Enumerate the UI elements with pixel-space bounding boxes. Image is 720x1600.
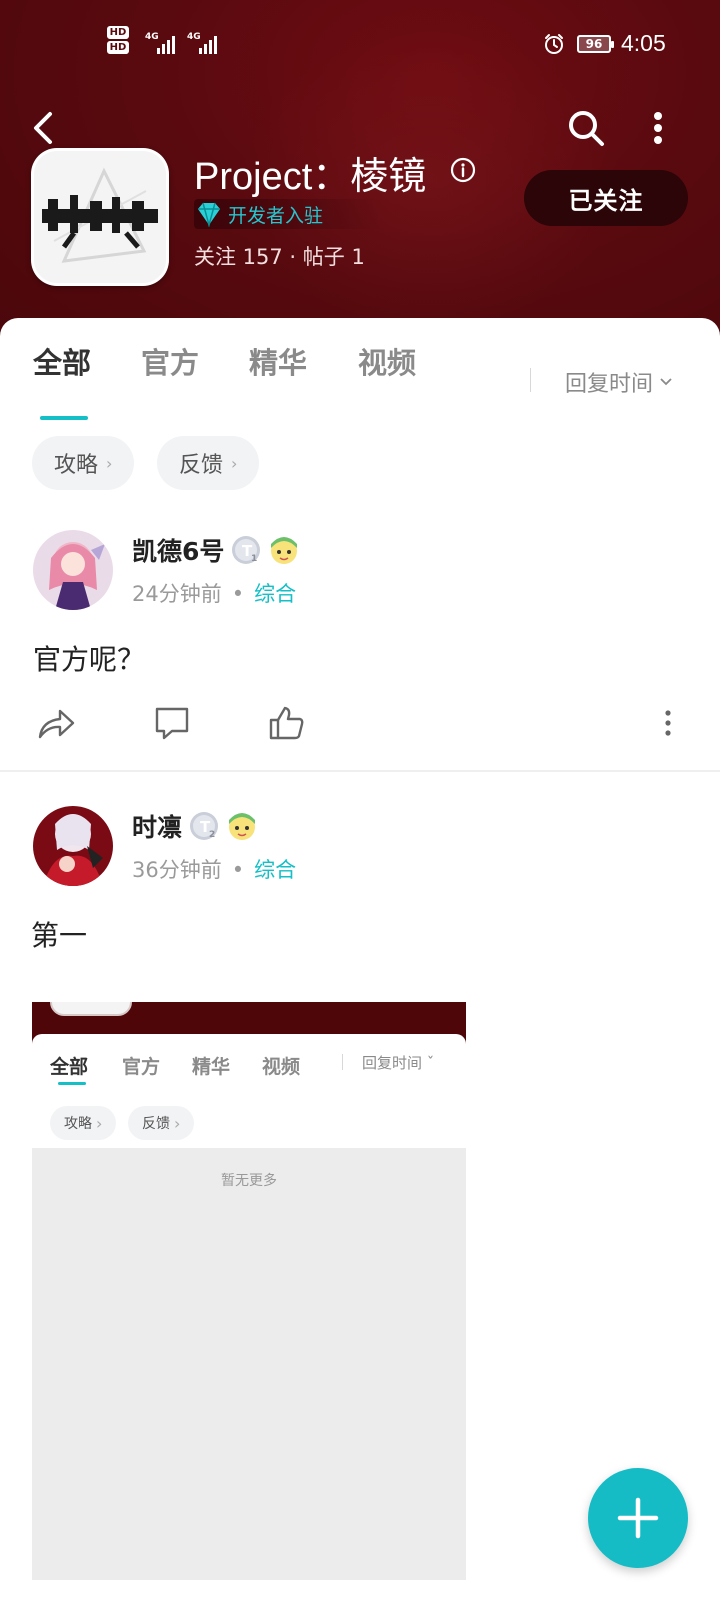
image-tab-all: 全部	[50, 1056, 89, 1078]
search-icon[interactable]	[566, 108, 606, 148]
developer-badge-label: 开发者入驻	[228, 204, 324, 227]
tab-indicator	[40, 416, 88, 420]
tab-official[interactable]: 官方	[141, 340, 199, 382]
more-vertical-icon[interactable]	[650, 110, 666, 146]
avatar-badge-icon	[271, 537, 298, 564]
signal-icon	[199, 34, 217, 54]
app-title: Project：棱镜	[194, 156, 427, 198]
post-divider	[0, 770, 720, 772]
chevron-right-icon: ›	[231, 453, 238, 473]
status-bar: HD HD 4G 4G 96 4:05	[0, 0, 720, 90]
post-meta: 24分钟前 • 综合	[132, 582, 297, 606]
image-sort-label: 回复时间 ˇ	[362, 1054, 435, 1072]
tab-bar: 全部 官方 精华 视频 回复时间	[0, 340, 720, 420]
post-content[interactable]: 第一	[31, 914, 87, 954]
tab-featured[interactable]: 精华	[249, 340, 307, 382]
image-chip-guides: 攻略 ›	[50, 1106, 117, 1140]
forum-header: HD HD 4G 4G 96 4:05 Project：棱镜 开发者入驻 关注 …	[0, 0, 720, 360]
thumbs-up-icon[interactable]	[267, 703, 307, 743]
chevron-right-icon: ›	[106, 453, 113, 473]
more-vertical-icon[interactable]	[660, 703, 676, 743]
clock: 4:05	[621, 30, 666, 56]
image-chip-feedback: 反馈 ›	[128, 1106, 195, 1140]
new-post-button[interactable]	[588, 1468, 688, 1568]
image-sheet: 全部 官方 精华 视频 回复时间 ˇ 攻略 › 反馈 ›	[32, 1034, 466, 1148]
info-icon[interactable]	[450, 157, 476, 183]
avatar[interactable]	[33, 530, 113, 610]
post-category[interactable]: 综合	[254, 582, 296, 606]
alarm-icon	[545, 34, 563, 54]
image-tab-featured: 精华	[192, 1056, 231, 1078]
chip-guides[interactable]: 攻略 ›	[32, 436, 135, 490]
image-tab-indicator	[58, 1082, 86, 1085]
battery-icon: 96	[577, 35, 614, 53]
post-meta: 36分钟前 • 综合	[132, 858, 297, 882]
avatar-badge-icon	[229, 813, 256, 840]
signal-icon	[157, 34, 175, 54]
share-icon[interactable]	[36, 703, 76, 743]
sort-dropdown[interactable]: 回复时间	[565, 366, 673, 398]
post-actions	[0, 703, 720, 753]
chevron-down-icon	[660, 378, 672, 386]
post-category[interactable]: 综合	[254, 858, 296, 882]
follow-button[interactable]: 已关注	[524, 170, 688, 226]
chip-feedback[interactable]: 反馈 ›	[157, 436, 260, 490]
level-badge-icon: T 1	[232, 536, 261, 564]
post-time: 24分钟前	[132, 582, 222, 606]
tab-divider	[530, 368, 531, 392]
developer-badge: 开发者入驻	[194, 199, 384, 229]
tab-all[interactable]: 全部	[33, 340, 91, 382]
tab-video[interactable]: 视频	[358, 340, 416, 382]
diamond-icon	[198, 202, 220, 227]
sort-label: 回复时间	[565, 372, 654, 397]
image-tab-official: 官方	[122, 1056, 161, 1078]
level-badge-icon: T 2	[190, 812, 219, 840]
app-logo	[31, 148, 169, 286]
post-time: 36分钟前	[132, 858, 222, 882]
post-author[interactable]: 时凛 T 2	[132, 808, 258, 844]
hd-indicator: HD HD	[107, 26, 129, 56]
image-tab-video: 视频	[262, 1056, 301, 1078]
post-image[interactable]: 全部 官方 精华 视频 回复时间 ˇ 攻略 › 反馈 › 暂无更多	[32, 1002, 466, 1580]
svg-text:1: 1	[251, 554, 257, 564]
comment-icon[interactable]	[152, 703, 192, 743]
forum-stats: 关注 157 · 帖子 1	[194, 245, 365, 269]
image-tab-divider	[342, 1054, 343, 1070]
chevron-left-icon[interactable]	[28, 108, 60, 148]
image-empty-text: 暂无更多	[221, 1173, 277, 1189]
avatar[interactable]	[33, 806, 113, 886]
post-author[interactable]: 凯德6号 T 1	[132, 532, 300, 568]
plus-icon	[617, 1497, 659, 1539]
post-content[interactable]: 官方呢？	[33, 638, 145, 678]
svg-text:2: 2	[209, 830, 215, 840]
